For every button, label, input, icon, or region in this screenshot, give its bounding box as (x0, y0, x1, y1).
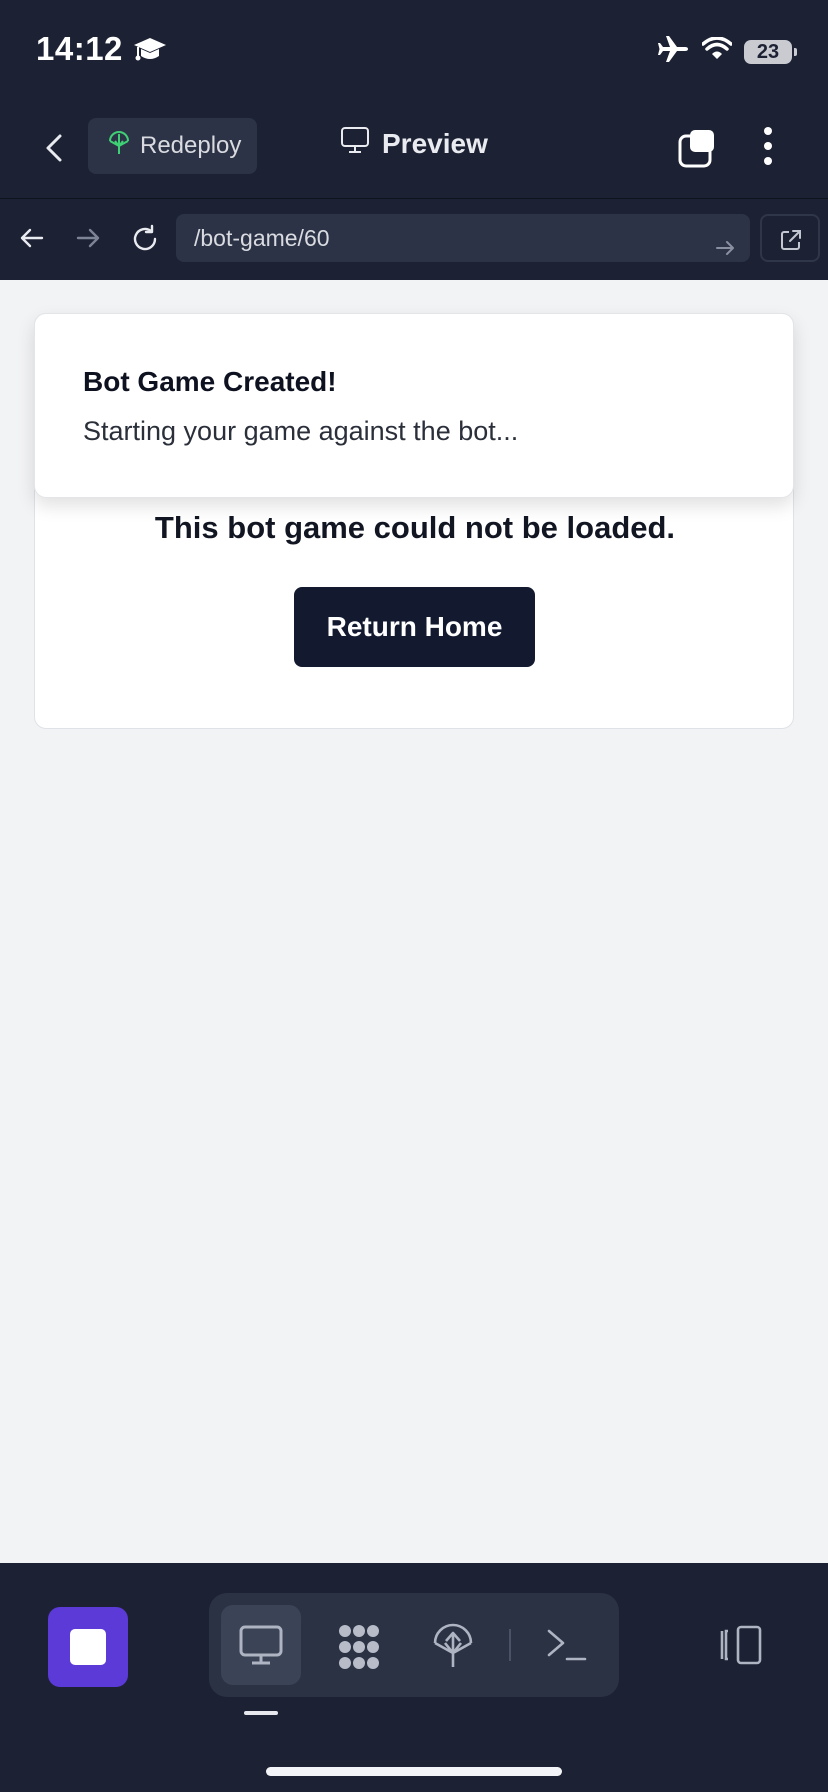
tabs-icon[interactable] (676, 128, 718, 175)
active-tab-indicator (244, 1711, 278, 1715)
status-time: 14:12 (36, 30, 123, 67)
home-indicator (266, 1767, 562, 1776)
bottom-toolbar (0, 1563, 828, 1792)
url-path: /bot-game/60 (194, 225, 330, 251)
status-bar: 14:12 23 (36, 30, 797, 71)
stop-icon (70, 1629, 106, 1665)
redeploy-button[interactable]: Redeploy (88, 118, 257, 174)
dots-tool-button[interactable] (317, 1605, 397, 1685)
arrow-left-icon[interactable] (18, 224, 46, 257)
panel-toggle-icon[interactable] (716, 1623, 764, 1672)
url-input[interactable]: /bot-game/60 (176, 214, 750, 262)
deploy-tool-icon (433, 1623, 473, 1667)
arrow-right-icon[interactable] (74, 224, 102, 257)
go-arrow-icon[interactable] (714, 227, 736, 275)
preview-label: Preview (382, 127, 488, 159)
preview-title: Preview (340, 126, 488, 161)
error-message: This bot game could not be loaded. (154, 510, 676, 545)
open-external-button[interactable] (760, 214, 820, 262)
airplane-icon (658, 34, 690, 69)
terminal-icon (547, 1629, 587, 1661)
wifi-icon (701, 36, 733, 66)
return-home-button[interactable]: Return Home (294, 587, 535, 667)
battery-icon: 23 (744, 39, 797, 64)
more-vertical-icon[interactable] (760, 126, 776, 171)
deploy-tool-button[interactable] (413, 1605, 493, 1685)
divider (0, 198, 828, 199)
external-link-icon (781, 230, 801, 250)
preview-tool-icon (239, 1625, 283, 1665)
browser-toolbar: /bot-game/60 (0, 214, 828, 264)
top-chrome: 14:12 23 Redeploy Preview /bot-game/60 (0, 0, 828, 280)
app-header: Redeploy Preview (0, 118, 828, 176)
redeploy-icon (108, 130, 130, 163)
back-chevron-icon[interactable] (38, 130, 74, 166)
dots-cluster-icon (339, 1625, 379, 1669)
reload-icon[interactable] (130, 224, 160, 259)
graduation-cap-icon (132, 34, 168, 71)
tool-switcher (209, 1593, 619, 1697)
preview-tool-button[interactable] (221, 1605, 301, 1685)
monitor-icon (340, 126, 370, 161)
toast-description: Starting your game against the bot... (83, 416, 519, 446)
stop-button[interactable] (48, 1607, 128, 1687)
terminal-tool-button[interactable] (527, 1605, 607, 1685)
status-icons: 23 (658, 34, 797, 69)
tool-separator (509, 1629, 511, 1661)
toast-notification[interactable]: Bot Game Created! Starting your game aga… (34, 313, 794, 498)
redeploy-label: Redeploy (140, 132, 242, 159)
toast-title: Bot Game Created! (83, 366, 337, 397)
